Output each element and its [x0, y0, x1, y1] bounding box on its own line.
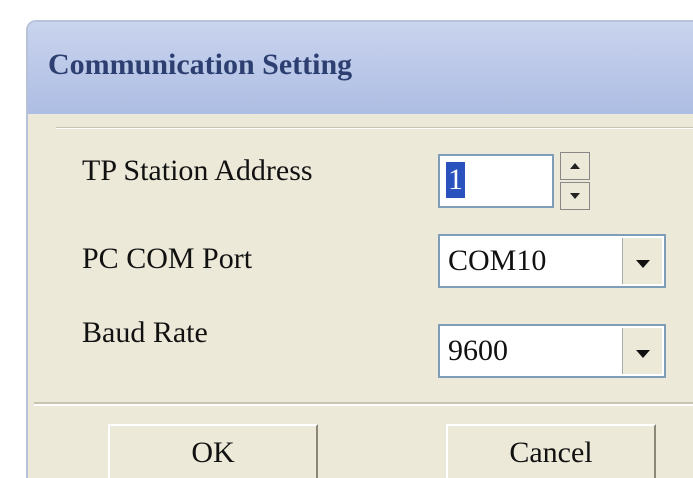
cancel-button[interactable]: Cancel — [446, 424, 656, 478]
dialog-body: TP Station Address 1 PC COM Port COM10 B… — [34, 114, 693, 478]
spin-up-button[interactable] — [560, 152, 590, 180]
chevron-down-icon — [635, 350, 650, 358]
station-address-spinner — [560, 152, 590, 212]
chevron-down-icon — [635, 260, 650, 268]
baud-rate-select[interactable]: 9600 — [438, 324, 666, 378]
title-bar[interactable]: Communication Setting — [28, 22, 693, 114]
com-port-value: COM10 — [448, 244, 547, 277]
station-address-input[interactable]: 1 — [438, 154, 554, 208]
com-port-label: PC COM Port — [82, 242, 253, 275]
down-arrow-icon — [570, 193, 580, 199]
com-port-select[interactable]: COM10 — [438, 234, 666, 288]
station-address-label: TP Station Address — [82, 154, 313, 187]
spin-down-button[interactable] — [560, 182, 590, 210]
button-row: OK Cancel — [34, 404, 693, 478]
station-address-value: 1 — [446, 162, 465, 198]
dialog-title: Communication Setting — [48, 48, 353, 81]
ok-button[interactable]: OK — [108, 424, 318, 478]
baud-rate-dropdown-button[interactable] — [622, 328, 662, 374]
communication-setting-dialog: Communication Setting TP Station Address… — [26, 20, 693, 478]
baud-rate-label: Baud Rate — [82, 316, 208, 349]
up-arrow-icon — [570, 163, 580, 169]
baud-rate-value: 9600 — [448, 334, 508, 367]
com-port-dropdown-button[interactable] — [622, 238, 662, 284]
group-divider — [56, 128, 693, 129]
background-text-strip — [0, 0, 693, 22]
